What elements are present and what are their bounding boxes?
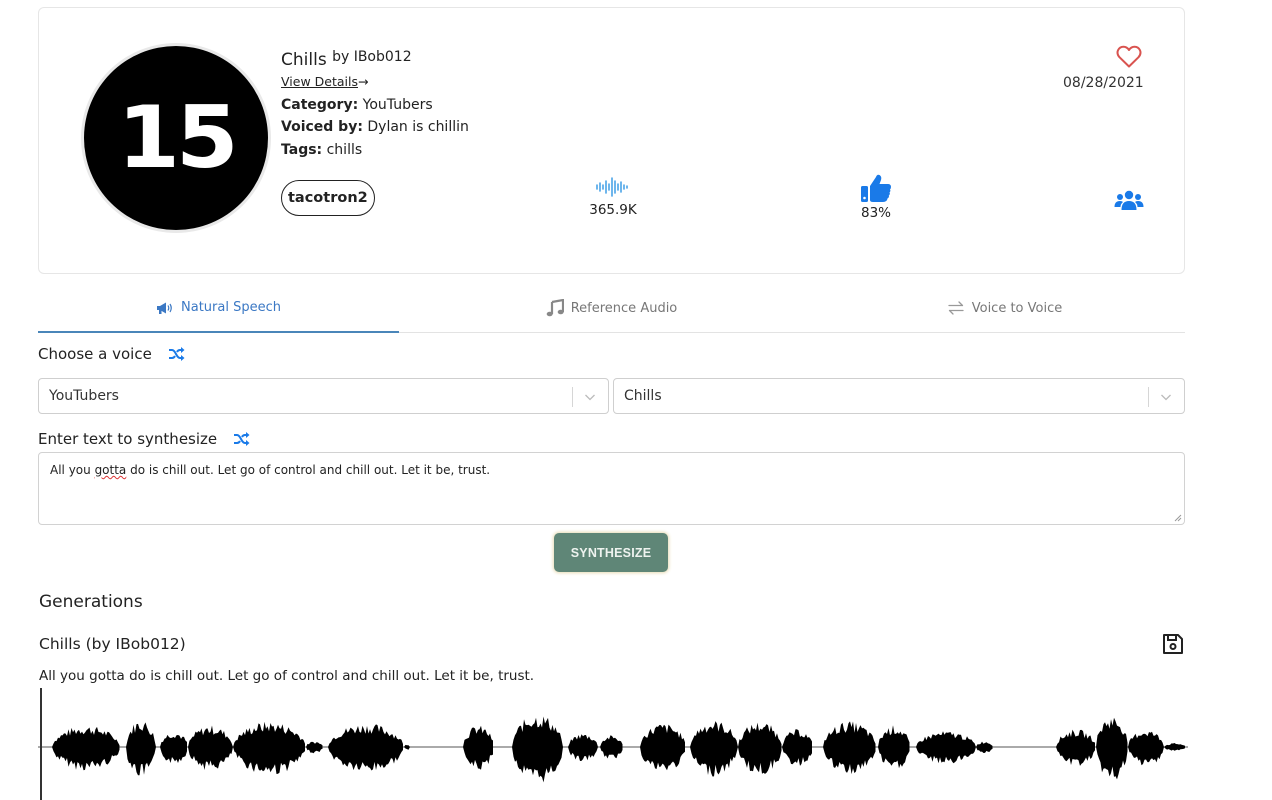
synthesize-button[interactable]: SYNTHESIZE <box>554 533 668 572</box>
favorite-button[interactable] <box>1116 45 1142 73</box>
waveform-segment <box>568 734 598 761</box>
synthesis-text-input[interactable]: All you gotta do is chill out. Let go of… <box>38 452 1185 525</box>
voice-select[interactable]: Chills <box>613 378 1185 414</box>
voiced-by-value: Dylan is chillin <box>367 119 469 135</box>
tags-value[interactable]: chills <box>327 142 363 158</box>
waveform-segment <box>126 722 156 776</box>
like-percent: 83% <box>860 205 891 221</box>
voice-date: 08/28/2021 <box>1063 75 1144 91</box>
voiced-by-label: Voiced by: <box>281 119 363 135</box>
waveform-segment <box>916 731 976 764</box>
voice-select-value: Chills <box>624 388 662 404</box>
generation-title: Chills (by IBob012) <box>39 635 186 653</box>
floppy-disk-icon <box>1163 634 1183 654</box>
sound-wave-icon <box>596 177 628 197</box>
generations-heading: Generations <box>39 592 143 612</box>
audio-waveform[interactable] <box>38 688 1188 800</box>
tab-voice-to-voice[interactable]: Voice to Voice <box>824 284 1185 332</box>
view-details-link[interactable]: View Details <box>281 74 358 89</box>
waveform-segment <box>512 716 563 783</box>
waveform-segment <box>306 741 323 754</box>
waveform-segment <box>233 721 305 774</box>
choose-voice-label: Choose a voice <box>38 345 152 363</box>
category-select-value: YouTubers <box>49 388 119 404</box>
waveform-segment <box>463 725 493 770</box>
resize-handle-icon[interactable] <box>1173 513 1182 522</box>
plays-count: 365.9K <box>589 202 637 218</box>
choose-voice-heading: Choose a voice <box>38 345 185 363</box>
misspelled-word: gotta <box>94 463 127 477</box>
voice-title: Chills <box>281 50 327 70</box>
community-stat[interactable] <box>1114 190 1144 214</box>
waveform-segment <box>1164 743 1185 751</box>
model-badge: tacotron2 <box>281 180 375 216</box>
chevron-down-icon <box>585 394 595 401</box>
waveform-segment <box>976 741 993 753</box>
shuffle-icon[interactable] <box>233 432 250 446</box>
waveform-segment <box>600 735 623 759</box>
tab-label: Voice to Voice <box>971 300 1063 316</box>
tab-reference-audio[interactable]: Reference Audio <box>431 284 792 332</box>
shuffle-icon[interactable] <box>168 347 185 361</box>
waveform-segment <box>690 721 738 777</box>
voice-card: 15 Chills by IBob012 View Details→ Categ… <box>38 7 1185 274</box>
users-icon <box>1114 190 1144 210</box>
voice-author[interactable]: by IBob012 <box>332 49 412 65</box>
category-select[interactable]: YouTubers <box>38 378 609 414</box>
megaphone-icon <box>156 301 174 315</box>
mode-tabs: Natural Speech Reference Audio Voice to … <box>38 284 1185 333</box>
heart-outline-icon <box>1116 45 1142 68</box>
waveform-segment <box>52 726 120 771</box>
waveform-segment <box>160 734 187 763</box>
chevron-down-icon <box>1161 394 1171 401</box>
tab-label: Reference Audio <box>570 300 678 316</box>
voice-avatar: 15 <box>84 46 268 230</box>
waveform-segment <box>328 724 403 771</box>
generation-text: All you gotta do is chill out. Let go of… <box>39 668 535 684</box>
category-label: Category: <box>281 96 359 113</box>
swap-arrows-icon <box>947 300 965 316</box>
category-value: YouTubers <box>362 96 433 113</box>
voice-info: Chills by IBob012 View Details→ Category… <box>281 46 469 161</box>
likes-stat[interactable]: 83% <box>853 173 899 221</box>
waveform-segment <box>782 729 812 766</box>
waveform-segment <box>1056 729 1095 766</box>
waveform-segment <box>640 724 685 771</box>
save-generation-button[interactable] <box>1161 632 1185 660</box>
waveform-segment <box>1128 731 1164 766</box>
text-input-label: Enter text to synthesize <box>38 430 218 448</box>
arrow-right-icon: → <box>357 74 369 89</box>
avatar-text: 15 <box>117 88 238 188</box>
playback-cursor[interactable] <box>40 688 42 800</box>
waveform-segment <box>878 725 910 769</box>
waveform-segment <box>823 721 876 775</box>
text-input-heading: Enter text to synthesize <box>38 430 250 448</box>
waveform-segment <box>1096 717 1128 780</box>
music-note-icon <box>546 299 564 317</box>
tags-label: Tags: <box>281 141 323 158</box>
tab-label: Natural Speech <box>181 300 281 315</box>
waveform-segment <box>738 722 782 774</box>
waveform-segment <box>404 744 410 750</box>
thumbs-up-icon <box>861 174 891 202</box>
tab-natural-speech[interactable]: Natural Speech <box>38 284 399 333</box>
waveform-segment <box>188 725 233 770</box>
plays-stat: 365.9K <box>587 176 639 218</box>
